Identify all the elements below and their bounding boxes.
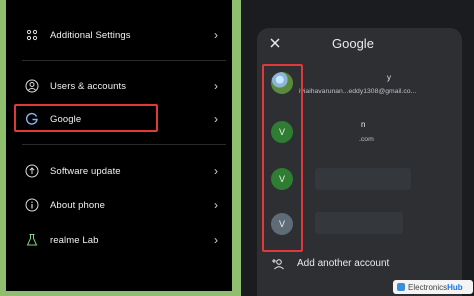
accounts-highlight-box xyxy=(262,64,303,252)
flask-icon xyxy=(24,232,40,248)
redacted-account-info xyxy=(315,212,403,234)
watermark-text: ElectronicsHub xyxy=(408,282,463,292)
update-icon xyxy=(24,163,40,179)
account-email: .com xyxy=(359,136,374,143)
settings-item-users-accounts[interactable]: Users & accounts › xyxy=(6,71,232,101)
account-email: iviaihavarunan...eddy1308@gmail.co... xyxy=(299,88,417,95)
chevron-right-icon: › xyxy=(214,79,218,93)
add-person-icon xyxy=(271,257,285,270)
screenshot-frame: Additional Settings › Users & accounts ›… xyxy=(0,0,474,296)
settings-item-label: Software update xyxy=(50,165,121,177)
redacted-account-info xyxy=(315,168,411,190)
user-icon xyxy=(24,78,40,94)
close-icon[interactable] xyxy=(267,35,283,51)
settings-item-about-phone[interactable]: About phone › xyxy=(6,190,232,220)
settings-item-label: About phone xyxy=(50,199,105,211)
sheet-title: Google xyxy=(332,36,374,51)
settings-item-label: Additional Settings xyxy=(50,29,131,41)
info-icon xyxy=(24,197,40,213)
google-highlight-box xyxy=(14,104,158,132)
add-account-button[interactable]: Add another account xyxy=(271,257,389,270)
chevron-right-icon: › xyxy=(214,198,218,212)
additional-settings-icon xyxy=(24,27,40,43)
chevron-right-icon: › xyxy=(214,164,218,178)
chevron-right-icon: › xyxy=(214,112,218,126)
electronics-hub-logo-icon xyxy=(397,283,405,291)
divider xyxy=(22,144,226,145)
chevron-right-icon: › xyxy=(214,28,218,42)
watermark-logo: ElectronicsHub xyxy=(393,280,473,294)
settings-item-software-update[interactable]: Software update › xyxy=(6,156,232,186)
account-name: n xyxy=(361,120,366,129)
account-name: y xyxy=(387,73,391,82)
google-screen: Google y iviaihavarunan...eddy1308@gmail… xyxy=(241,0,474,296)
chevron-right-icon: › xyxy=(214,233,218,247)
settings-item-additional-settings[interactable]: Additional Settings › xyxy=(6,20,232,50)
settings-item-label: Users & accounts xyxy=(50,80,127,92)
settings-item-realme-lab[interactable]: realme Lab › xyxy=(6,225,232,255)
divider xyxy=(22,60,226,61)
add-account-label: Add another account xyxy=(297,258,390,269)
settings-item-label: realme Lab xyxy=(50,234,99,246)
settings-screen: Additional Settings › Users & accounts ›… xyxy=(6,0,232,291)
